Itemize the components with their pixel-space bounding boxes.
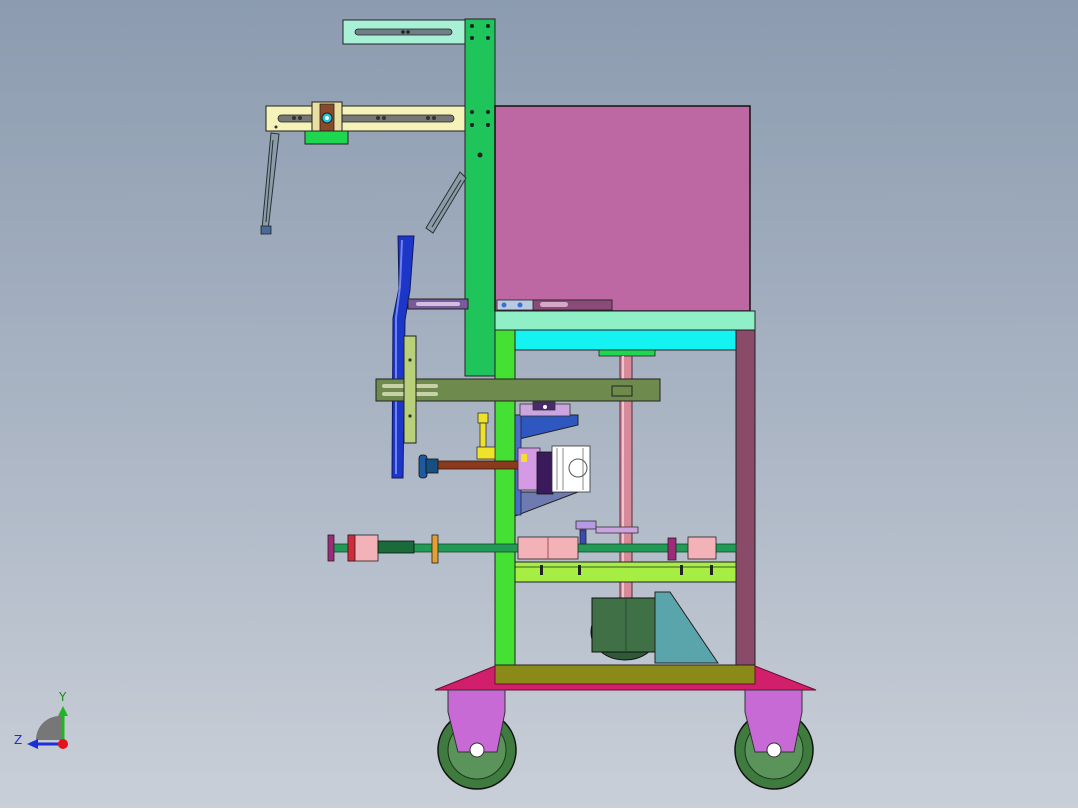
rail-bearing-right[interactable] bbox=[667, 536, 717, 561]
electrical-cabinet[interactable] bbox=[494, 105, 751, 312]
triad-y-label: Y bbox=[58, 690, 67, 704]
cyan-crossbar[interactable] bbox=[514, 329, 737, 351]
triad-z-arrow bbox=[27, 739, 38, 749]
slotted-arm-middle[interactable] bbox=[265, 101, 466, 135]
gear-motor[interactable] bbox=[590, 597, 661, 661]
green-upright-column[interactable] bbox=[464, 18, 496, 377]
cabinet-hinge-bar[interactable] bbox=[496, 299, 613, 311]
triad-y-arrow bbox=[58, 706, 68, 716]
blue-handwheel-knob[interactable] bbox=[418, 454, 439, 479]
triad-rotation-arc bbox=[35, 715, 62, 740]
rail-bearing-center[interactable] bbox=[517, 536, 579, 560]
hanging-link-left[interactable] bbox=[260, 132, 280, 235]
cart-assembly-drawing[interactable]: Y Z bbox=[0, 0, 1078, 808]
yellow-valve-fitting[interactable] bbox=[476, 412, 496, 460]
lime-tray[interactable] bbox=[514, 561, 737, 583]
diagonal-link[interactable] bbox=[425, 171, 467, 234]
olive-guide-bar[interactable] bbox=[375, 378, 661, 402]
triangular-gusset[interactable] bbox=[654, 591, 719, 664]
caster-wheel-right[interactable] bbox=[734, 689, 814, 790]
triad-x-origin bbox=[58, 739, 68, 749]
triad-z-label: Z bbox=[14, 733, 22, 747]
green-clamp-block[interactable] bbox=[304, 130, 349, 145]
base-beam[interactable] bbox=[494, 664, 756, 685]
slide-plate-vertical[interactable] bbox=[403, 335, 417, 444]
gearbox-assembly[interactable] bbox=[517, 445, 591, 495]
caster-wheel-left[interactable] bbox=[437, 689, 517, 790]
cad-viewport[interactable]: Y Z bbox=[0, 0, 1078, 808]
purple-bearing-block[interactable] bbox=[519, 401, 571, 417]
frame-top-plate[interactable] bbox=[494, 310, 756, 331]
green-shaft-mount[interactable] bbox=[598, 349, 656, 357]
frame-post-right[interactable] bbox=[735, 329, 756, 666]
purple-slide-slot bbox=[416, 302, 460, 306]
orientation-triad[interactable]: Y Z bbox=[14, 690, 68, 749]
